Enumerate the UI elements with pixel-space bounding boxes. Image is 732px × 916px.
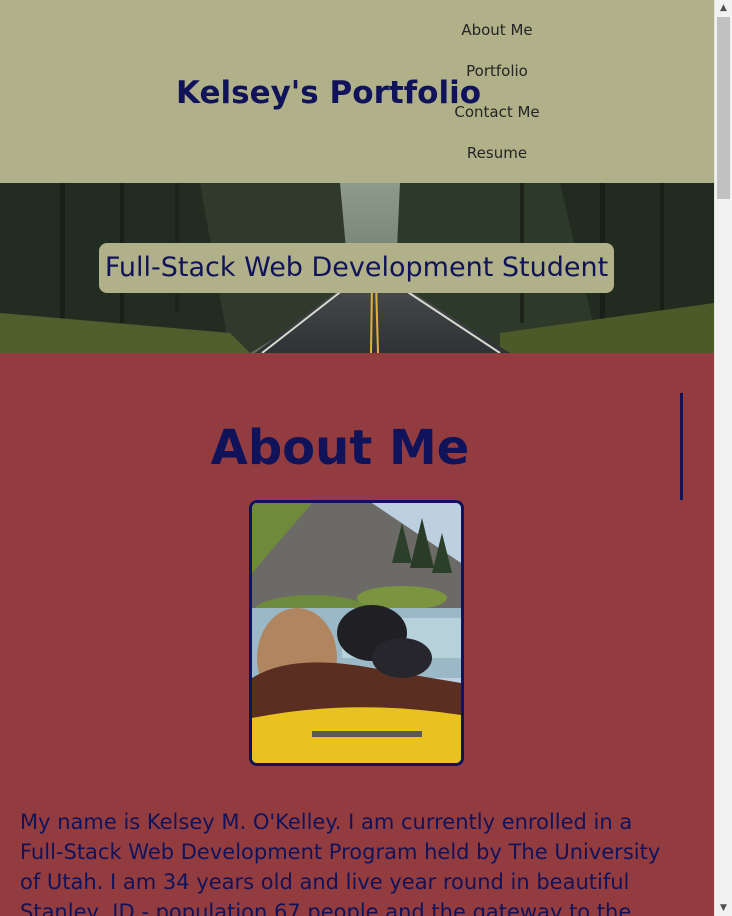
hero-subtitle: Full-Stack Web Development Student [99, 243, 614, 293]
nav-resume[interactable]: Resume [436, 133, 558, 174]
hero-banner: Full-Stack Web Development Student [0, 183, 714, 353]
profile-photo-image [252, 503, 461, 763]
site-header: Kelsey's Portfolio About Me Portfolio Co… [0, 0, 714, 183]
section-divider [680, 393, 683, 500]
nav-portfolio[interactable]: Portfolio [436, 51, 558, 92]
about-bio: My name is Kelsey M. O'Kelley. I am curr… [20, 810, 661, 916]
scroll-down-icon[interactable]: ▼ [715, 900, 732, 916]
scroll-up-icon[interactable]: ▲ [715, 0, 732, 16]
about-heading: About Me [210, 420, 470, 476]
profile-photo [249, 500, 464, 766]
page-viewport: Kelsey's Portfolio About Me Portfolio Co… [0, 0, 714, 916]
vertical-scrollbar[interactable]: ▲ ▼ [714, 0, 732, 916]
nav-about-me[interactable]: About Me [436, 10, 558, 51]
scroll-thumb[interactable] [717, 17, 730, 199]
nav-contact-me[interactable]: Contact Me [436, 92, 558, 133]
main-nav: About Me Portfolio Contact Me Resume [436, 10, 558, 174]
about-section: About Me My name is Kelsey M. O'Kelley. … [0, 353, 714, 916]
